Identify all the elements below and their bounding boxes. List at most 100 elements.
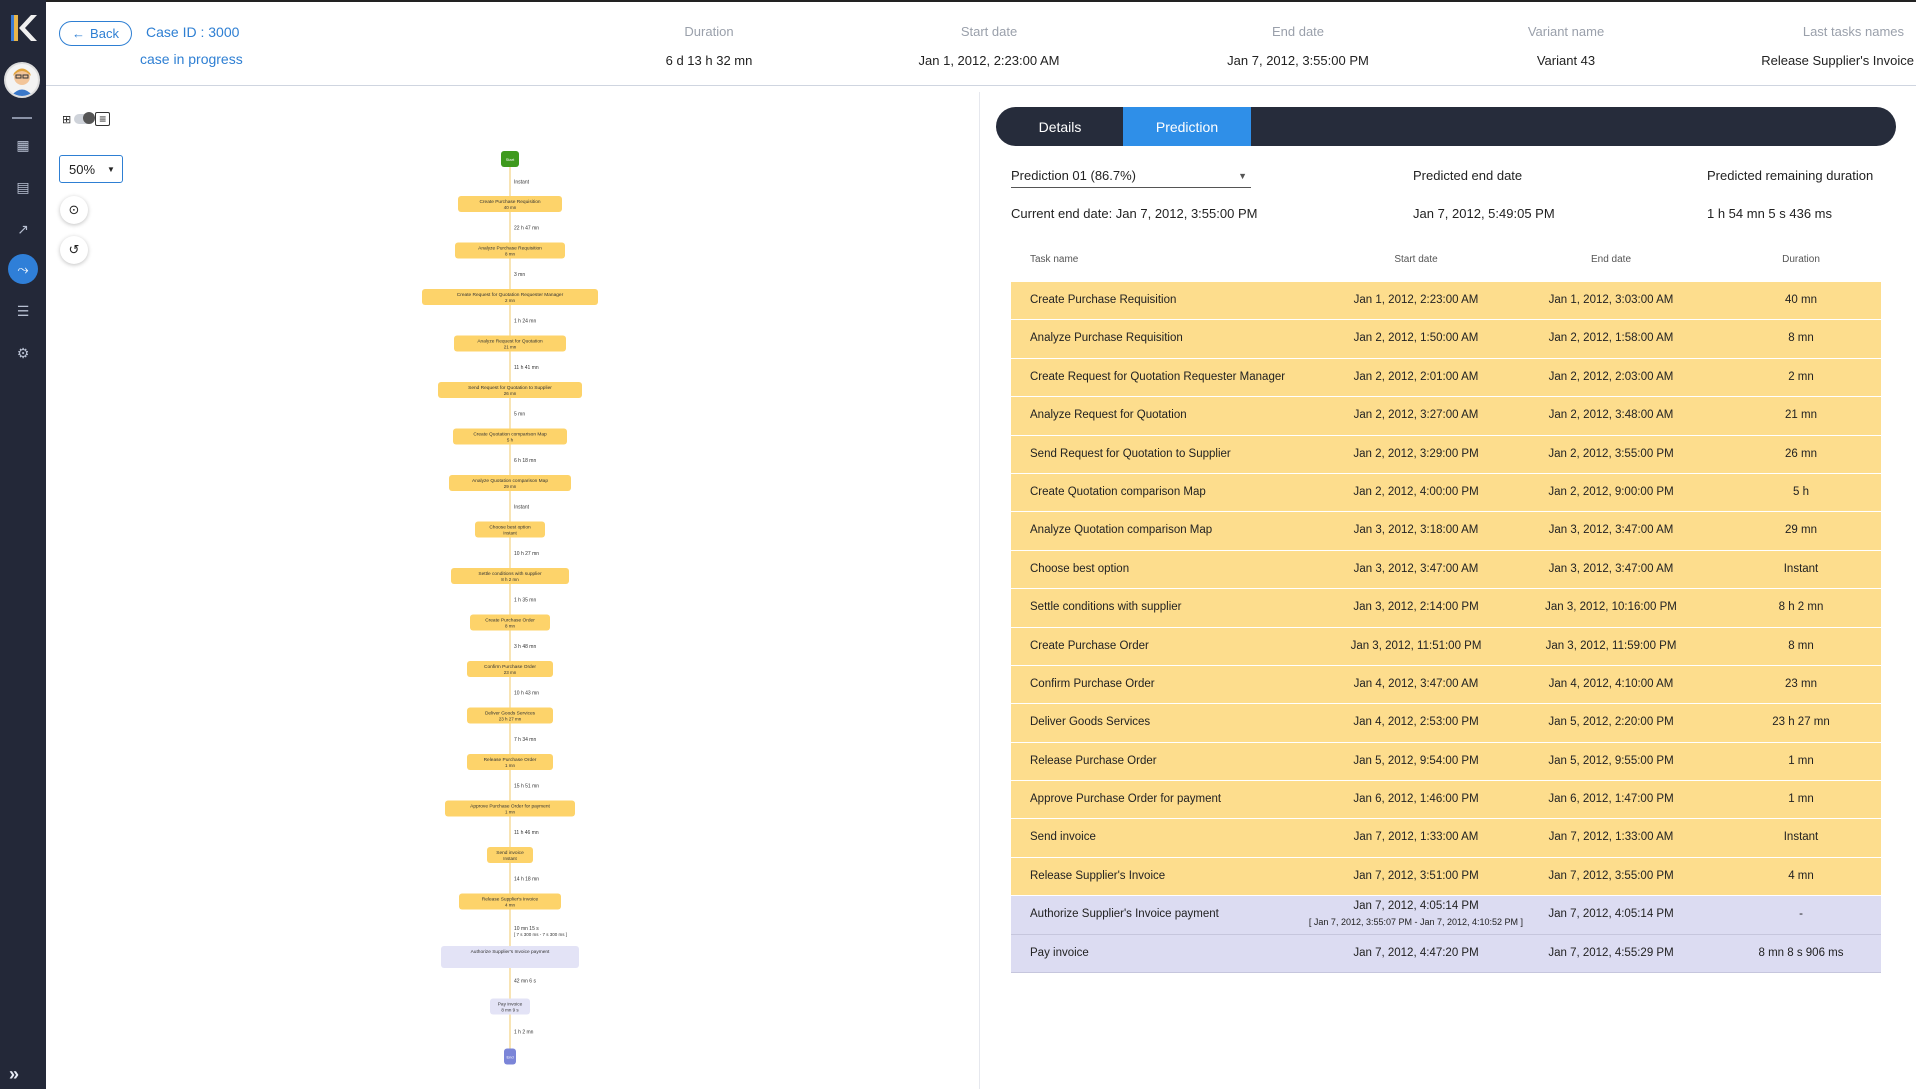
- list-icon[interactable]: ☰: [8, 296, 38, 326]
- end-date-value: Jan 7, 2012, 3:55:00 PM: [1227, 53, 1369, 68]
- duration-cell: 21 mn: [1785, 409, 1817, 422]
- edge-duration-label: 14 h 18 mn: [514, 876, 539, 882]
- settings-icon[interactable]: ⚙: [8, 338, 38, 368]
- table-row[interactable]: Send Request for Quotation to Supplier Ja…: [1011, 435, 1881, 474]
- process-node-duration[interactable]: 8 mn: [505, 624, 516, 629]
- back-label: Back: [90, 26, 119, 41]
- table-row[interactable]: Send invoice Jan 7, 2012, 1:33:00 AM Jan 7…: [1011, 819, 1881, 858]
- task-name-cell: Send invoice: [1030, 831, 1096, 844]
- table-row[interactable]: Create Request for Quotation Requester M…: [1011, 358, 1881, 398]
- duration-label: Duration: [684, 24, 734, 39]
- end-date-cell: Jan 7, 2012, 3:55:00 PM: [1548, 869, 1674, 882]
- trend-icon[interactable]: ↗: [8, 214, 38, 244]
- process-node-duration[interactable]: 40 mn: [504, 205, 517, 210]
- last-tasks-value: Release Supplier's Invoice: [1761, 53, 1914, 68]
- task-name-cell: Create Purchase Order: [1030, 639, 1149, 652]
- zoom-select[interactable]: 50% ▼: [59, 155, 123, 183]
- task-name-cell: Send Request for Quotation to Supplier: [1030, 447, 1231, 460]
- tab-prediction[interactable]: Prediction: [1123, 107, 1251, 146]
- duration-cell: 8 mn: [1788, 639, 1814, 652]
- duration-cell: 1 mn: [1788, 793, 1814, 806]
- process-node-duration[interactable]: 4 mn: [505, 903, 516, 908]
- end-node-label[interactable]: End: [506, 1055, 513, 1060]
- grid-icon[interactable]: ▦: [8, 130, 38, 160]
- table-row[interactable]: Settle conditions with supplier Jan 3, 20…: [1011, 589, 1881, 628]
- end-date-cell: Jan 2, 2012, 3:55:00 PM: [1548, 447, 1674, 460]
- edge-duration-label: 5 mn: [514, 411, 525, 417]
- table-row[interactable]: Confirm Purchase Order Jan 4, 2012, 3:47:…: [1011, 665, 1881, 705]
- task-name-cell: Analyze Quotation comparison Map: [1030, 524, 1213, 537]
- col-header-task: Task name: [1030, 254, 1079, 265]
- task-name-cell: Release Purchase Order: [1030, 754, 1157, 767]
- table-row[interactable]: Create Purchase Order Jan 3, 2012, 11:51:…: [1011, 627, 1881, 666]
- process-node-duration[interactable]: 29 mn: [504, 484, 517, 489]
- table-row[interactable]: Approve Purchase Order for payment Jan 6,…: [1011, 781, 1881, 820]
- start-date-column: Start date Jan 1, 2012, 2:23:00 AM: [864, 24, 1114, 68]
- duration-cell: 5 h: [1793, 485, 1809, 498]
- table-row[interactable]: Release Supplier's Invoice Jan 7, 2012, 3…: [1011, 857, 1881, 897]
- process-node-duration[interactable]: 23 h 27 mn: [499, 717, 522, 722]
- table-row[interactable]: Analyze Quotation comparison Map Jan 3, 2…: [1011, 512, 1881, 551]
- process-node-duration[interactable]: Instant: [503, 531, 517, 536]
- start-node-label[interactable]: Start: [506, 157, 515, 162]
- task-name-cell: Analyze Purchase Requisition: [1030, 332, 1183, 345]
- process-node-duration[interactable]: 8 mn 9 s: [501, 1008, 519, 1013]
- table-row[interactable]: Create Purchase Requisition Jan 1, 2012, …: [1011, 282, 1881, 321]
- end-date-cell: Jan 4, 2012, 4:10:00 AM: [1548, 677, 1674, 690]
- process-node-duration[interactable]: Instant: [503, 856, 517, 861]
- start-date-label: Start date: [960, 24, 1018, 39]
- duration-cell: 8 h 2 mn: [1778, 601, 1824, 614]
- start-date-cell: Jan 7, 2012, 3:51:00 PM: [1353, 869, 1479, 882]
- app-logo[interactable]: [7, 12, 39, 44]
- reset-view-button[interactable]: ↺: [60, 236, 88, 264]
- reset-icon: ↺: [68, 242, 80, 257]
- process-node-duration[interactable]: 8 mn: [505, 252, 516, 257]
- end-date-cell: Jan 7, 2012, 4:55:29 PM: [1548, 946, 1674, 959]
- table-row[interactable]: Choose best option Jan 3, 2012, 3:47:00 A…: [1011, 550, 1881, 590]
- tab-details[interactable]: Details: [996, 107, 1124, 146]
- table-row[interactable]: Deliver Goods Services Jan 4, 2012, 2:53:…: [1011, 704, 1881, 743]
- back-button[interactable]: ← Back: [59, 21, 132, 46]
- end-date-cell: Jan 2, 2012, 1:58:00 AM: [1548, 332, 1674, 345]
- end-date-cell: Jan 3, 2012, 11:59:00 PM: [1545, 639, 1677, 652]
- duration-cell: 2 mn: [1788, 370, 1814, 383]
- process-node-duration[interactable]: 5 h: [507, 438, 514, 443]
- process-node-label[interactable]: Authorize Supplier's Invoice payment: [471, 949, 550, 955]
- process-node-duration[interactable]: 26 mn: [504, 391, 517, 396]
- fit-screen-button[interactable]: ⊙: [60, 196, 88, 224]
- start-date-cell: Jan 6, 2012, 1:46:00 PM: [1353, 793, 1479, 806]
- prediction-select[interactable]: Prediction 01 (86.7%) ▼: [1011, 168, 1251, 188]
- graph-view-icon: ⊞: [62, 113, 72, 126]
- start-date-cell: Jan 2, 2012, 3:29:00 PM: [1353, 447, 1479, 460]
- expand-nav-icon[interactable]: »: [9, 1064, 19, 1085]
- task-table: Create Purchase Requisition Jan 1, 2012, …: [1011, 282, 1881, 974]
- start-date-cell: Jan 3, 2012, 11:51:00 PM: [1350, 639, 1482, 652]
- table-row[interactable]: Analyze Purchase Requisition Jan 2, 2012,…: [1011, 320, 1881, 359]
- dashboard-icon[interactable]: ▤: [8, 172, 38, 202]
- table-row[interactable]: Create Quotation comparison Map Jan 2, 20…: [1011, 473, 1881, 513]
- process-node-duration[interactable]: 8 h 2 mn: [501, 577, 519, 582]
- chevron-down-icon: ▼: [107, 164, 115, 174]
- table-row[interactable]: Analyze Request for Quotation Jan 2, 2012…: [1011, 397, 1881, 436]
- table-view-icon: ≡: [95, 112, 111, 126]
- duration-cell: 1 mn: [1788, 754, 1814, 767]
- process-node-duration[interactable]: 1 mn: [505, 810, 516, 815]
- end-date-cell: Jan 7, 2012, 4:05:14 PM: [1548, 908, 1674, 921]
- process-node-duration[interactable]: 1 mn: [505, 763, 516, 768]
- toggle-switch[interactable]: [74, 112, 96, 124]
- start-date-cell: Jan 2, 2012, 2:01:00 AM: [1353, 370, 1479, 383]
- table-row[interactable]: Release Purchase Order Jan 5, 2012, 9:54:…: [1011, 742, 1881, 782]
- user-avatar[interactable]: [4, 62, 40, 98]
- process-graph: Start Instant 22 h 47 mn 3 mn 1 h 24 mn 11 h …: [422, 151, 598, 1065]
- process-node-duration[interactable]: 21 mn: [504, 345, 517, 350]
- process-icon[interactable]: ⤳: [8, 254, 38, 284]
- duration-cell: 40 mn: [1785, 294, 1817, 306]
- process-node-duration[interactable]: 2 mn: [505, 298, 516, 303]
- start-date-cell: Jan 2, 2012, 3:27:00 AM: [1353, 409, 1479, 422]
- table-row[interactable]: Authorize Supplier's Invoice payment Jan …: [1011, 896, 1881, 935]
- duration-value: 6 d 13 h 32 mn: [665, 53, 753, 68]
- task-name-cell: Authorize Supplier's Invoice payment: [1030, 908, 1219, 921]
- view-toggle[interactable]: ⊞ ≡: [62, 112, 111, 126]
- process-node-duration[interactable]: 23 mn: [504, 670, 517, 675]
- table-row[interactable]: Pay invoice Jan 7, 2012, 4:47:20 PM Jan 7,…: [1011, 934, 1881, 974]
